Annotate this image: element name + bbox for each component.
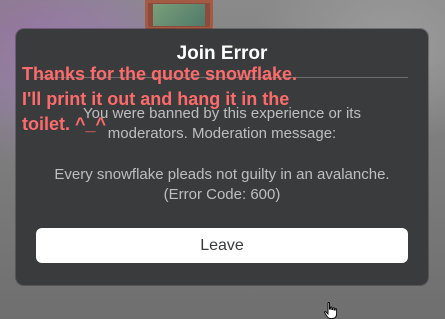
background-picture-frame — [145, 0, 213, 30]
leave-button[interactable]: Leave — [36, 228, 408, 263]
moderation-reason: Every snowflake pleads not guilty in an … — [26, 165, 418, 205]
meme-caption-line-1: Thanks for the quote snowflake. — [22, 64, 298, 84]
background-picture — [153, 4, 205, 26]
meme-caption-line-3: toilet. ^_^ — [22, 114, 107, 134]
meme-caption: Thanks for the quote snowflake. I'll pri… — [22, 62, 297, 137]
meme-caption-line-2: I'll print it out and hang it in the — [22, 89, 290, 109]
hand-pointer-icon — [324, 302, 338, 319]
moderation-reason-text: Every snowflake pleads not guilty in an … — [54, 166, 390, 183]
error-code: (Error Code: 600) — [163, 186, 281, 203]
